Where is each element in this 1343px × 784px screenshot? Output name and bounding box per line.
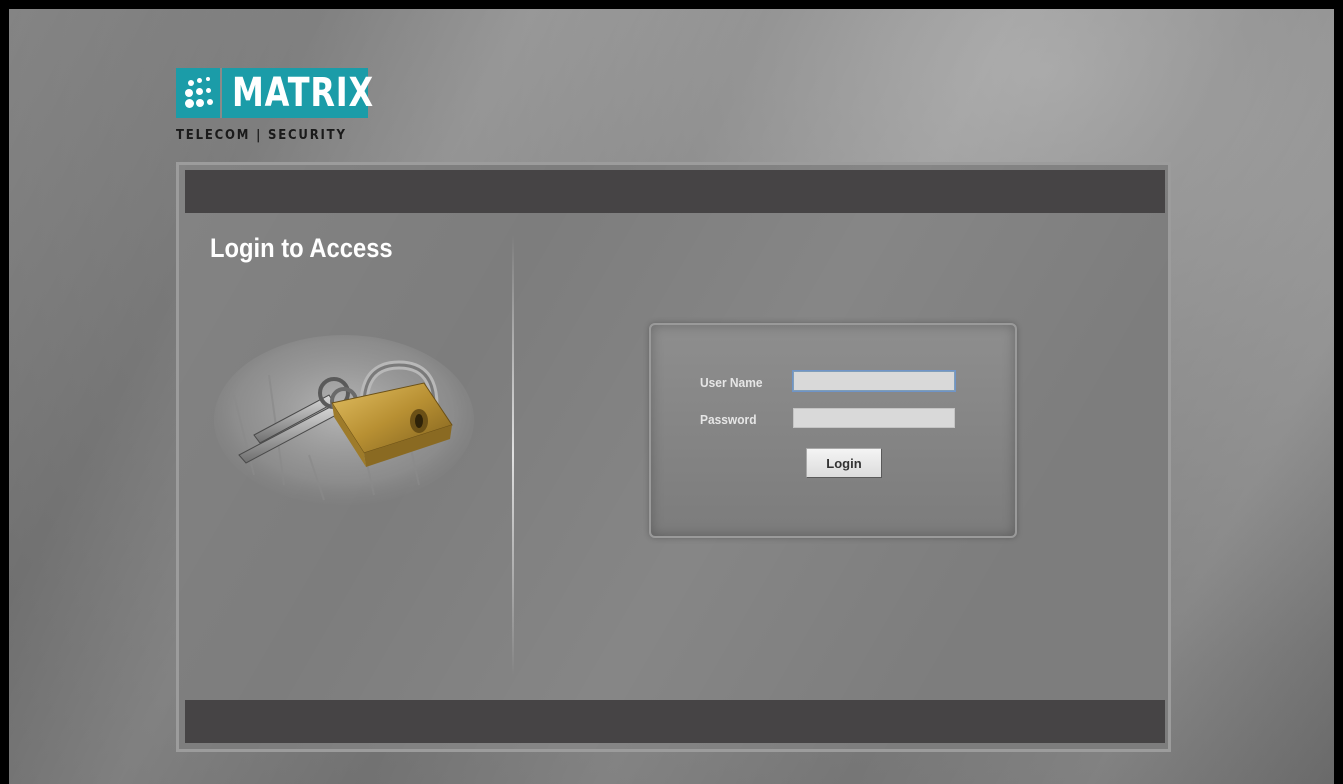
username-label: User Name	[700, 375, 763, 390]
page-background: MATRIX TELECOM | SECURITY Login to Acces…	[9, 9, 1334, 784]
logo-tagline: TELECOM | SECURITY	[176, 128, 347, 143]
login-form: User Name Password Login	[649, 323, 1017, 538]
matrix-logo: MATRIX TELECOM | SECURITY	[176, 68, 376, 158]
panel-header-bar	[185, 170, 1165, 213]
login-panel: Login to Access User Name Password Login	[176, 162, 1171, 752]
panel-footer-bar	[185, 700, 1165, 743]
login-button[interactable]: Login	[806, 448, 882, 478]
padlock-keys-icon	[214, 335, 474, 505]
password-label: Password	[700, 412, 757, 427]
panel-divider	[512, 235, 514, 675]
password-input[interactable]	[793, 408, 955, 428]
page-title: Login to Access	[210, 233, 393, 263]
username-input[interactable]	[793, 371, 955, 391]
logo-badge: MATRIX	[176, 68, 373, 118]
logo-wordmark: MATRIX	[232, 70, 374, 116]
logo-dots-icon	[176, 68, 220, 118]
